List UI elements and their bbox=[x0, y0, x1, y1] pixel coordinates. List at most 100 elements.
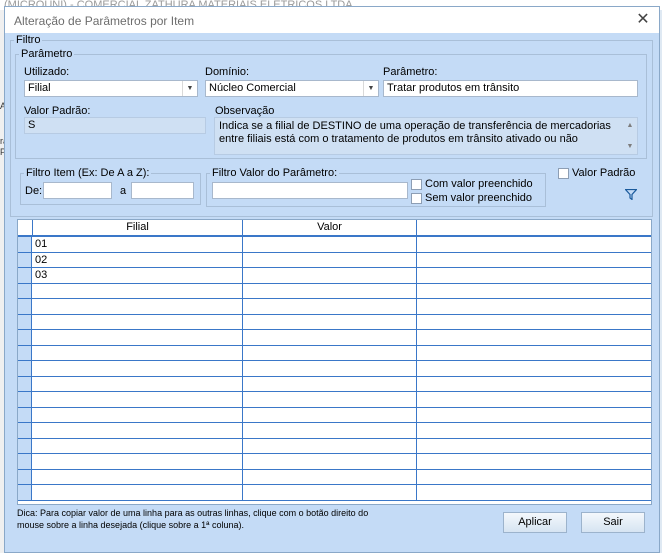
cell-filial[interactable] bbox=[33, 438, 243, 453]
dominio-select[interactable]: Núcleo Comercial ▼ bbox=[205, 80, 379, 97]
table-row[interactable] bbox=[18, 392, 651, 408]
row-indicator[interactable] bbox=[18, 469, 32, 484]
de-label: De: bbox=[25, 185, 43, 197]
cell-valor[interactable] bbox=[243, 283, 417, 298]
table-row[interactable] bbox=[18, 299, 651, 315]
cell-filial[interactable] bbox=[33, 299, 243, 314]
sem-valor-checkbox[interactable] bbox=[411, 193, 422, 204]
row-indicator[interactable] bbox=[18, 237, 32, 252]
table-row[interactable] bbox=[18, 330, 651, 346]
column-header-valor[interactable]: Valor bbox=[243, 220, 417, 235]
scroll-up-icon[interactable]: ▲ bbox=[624, 119, 636, 132]
cell-filial[interactable] bbox=[33, 283, 243, 298]
cell-valor[interactable] bbox=[243, 485, 417, 500]
close-button[interactable]: ✕ bbox=[633, 10, 653, 30]
row-indicator[interactable] bbox=[18, 268, 32, 283]
cell-valor[interactable] bbox=[243, 252, 417, 267]
table-row[interactable] bbox=[18, 485, 651, 501]
dialog-titlebar[interactable]: Alteração de Parâmetros por Item ✕ bbox=[5, 7, 659, 33]
observacao-label: Observação bbox=[215, 105, 275, 117]
parametro-legend: Parâmetro bbox=[21, 48, 73, 60]
valor-padrao-field: S bbox=[24, 117, 206, 134]
cell-valor[interactable] bbox=[243, 299, 417, 314]
column-header-filial[interactable]: Filial bbox=[33, 220, 243, 235]
cell-valor[interactable] bbox=[243, 345, 417, 360]
utilizado-select[interactable]: Filial ▼ bbox=[24, 80, 198, 97]
utilizado-value: Filial bbox=[28, 82, 51, 94]
table-row[interactable] bbox=[18, 283, 651, 299]
filtro-valor-input[interactable] bbox=[212, 182, 408, 199]
row-indicator[interactable] bbox=[18, 299, 32, 314]
cell-valor[interactable] bbox=[243, 314, 417, 329]
table-row[interactable] bbox=[18, 423, 651, 439]
table-row[interactable] bbox=[18, 345, 651, 361]
cell-valor[interactable] bbox=[243, 268, 417, 283]
row-indicator[interactable] bbox=[18, 485, 32, 500]
filtro-legend: Filtro bbox=[16, 34, 41, 46]
com-valor-checkbox[interactable] bbox=[411, 179, 422, 190]
cell-filial[interactable]: 02 bbox=[33, 252, 243, 267]
de-input[interactable] bbox=[43, 182, 112, 199]
table-row[interactable]: 03 bbox=[18, 268, 651, 284]
aplicar-label: Aplicar bbox=[518, 516, 552, 528]
chevron-down-icon: ▼ bbox=[363, 81, 378, 96]
cell-filial[interactable] bbox=[33, 345, 243, 360]
table-row[interactable]: 02 bbox=[18, 252, 651, 268]
row-indicator[interactable] bbox=[18, 454, 32, 469]
row-indicator[interactable] bbox=[18, 423, 32, 438]
cell-valor[interactable] bbox=[243, 469, 417, 484]
cell-filial[interactable] bbox=[33, 407, 243, 422]
cell-valor[interactable] bbox=[243, 423, 417, 438]
row-indicator[interactable] bbox=[18, 361, 32, 376]
cell-filial[interactable] bbox=[33, 423, 243, 438]
filter-funnel-icon[interactable] bbox=[625, 189, 637, 200]
row-indicator[interactable] bbox=[18, 376, 32, 391]
table-row[interactable] bbox=[18, 314, 651, 330]
chevron-down-icon: ▼ bbox=[182, 81, 197, 96]
table-row[interactable] bbox=[18, 469, 651, 485]
close-icon: ✕ bbox=[636, 11, 650, 28]
cell-valor[interactable] bbox=[243, 237, 417, 252]
parametro-field[interactable]: Tratar produtos em trânsito bbox=[383, 80, 638, 97]
cell-filial[interactable]: 01 bbox=[33, 237, 243, 252]
valor-padrao-checkbox[interactable] bbox=[558, 168, 569, 179]
aplicar-button[interactable]: Aplicar bbox=[503, 512, 567, 533]
cell-filial[interactable] bbox=[33, 361, 243, 376]
cell-filial[interactable] bbox=[33, 314, 243, 329]
table-row[interactable] bbox=[18, 438, 651, 454]
valor-padrao-check-label: Valor Padrão bbox=[572, 167, 636, 179]
cell-valor[interactable] bbox=[243, 392, 417, 407]
cell-valor[interactable] bbox=[243, 454, 417, 469]
row-indicator[interactable] bbox=[18, 438, 32, 453]
cell-valor[interactable] bbox=[243, 438, 417, 453]
row-indicator[interactable] bbox=[18, 392, 32, 407]
items-grid[interactable]: Filial Valor 01 02 03 bbox=[17, 219, 652, 505]
table-row[interactable]: 01 bbox=[18, 237, 651, 253]
cell-valor[interactable] bbox=[243, 376, 417, 391]
row-indicator[interactable] bbox=[18, 345, 32, 360]
sair-button[interactable]: Sair bbox=[581, 512, 645, 533]
memo-scrollbar[interactable]: ▲ ▼ bbox=[624, 119, 636, 153]
a-input[interactable] bbox=[131, 182, 194, 199]
cell-filial[interactable] bbox=[33, 469, 243, 484]
cell-filial[interactable] bbox=[33, 454, 243, 469]
cell-valor[interactable] bbox=[243, 330, 417, 345]
cell-filial[interactable] bbox=[33, 485, 243, 500]
cell-valor[interactable] bbox=[243, 407, 417, 422]
utilizado-label: Utilizado: bbox=[24, 66, 70, 78]
row-indicator[interactable] bbox=[18, 407, 32, 422]
cell-filial[interactable] bbox=[33, 330, 243, 345]
cell-filial[interactable] bbox=[33, 392, 243, 407]
table-row[interactable] bbox=[18, 361, 651, 377]
row-indicator[interactable] bbox=[18, 330, 32, 345]
table-row[interactable] bbox=[18, 407, 651, 423]
cell-filial[interactable]: 03 bbox=[33, 268, 243, 283]
cell-valor[interactable] bbox=[243, 361, 417, 376]
cell-filial[interactable] bbox=[33, 376, 243, 391]
table-row[interactable] bbox=[18, 376, 651, 392]
row-indicator[interactable] bbox=[18, 283, 32, 298]
row-indicator[interactable] bbox=[18, 252, 32, 267]
row-indicator[interactable] bbox=[18, 314, 32, 329]
scroll-down-icon[interactable]: ▼ bbox=[624, 140, 636, 153]
table-row[interactable] bbox=[18, 454, 651, 470]
